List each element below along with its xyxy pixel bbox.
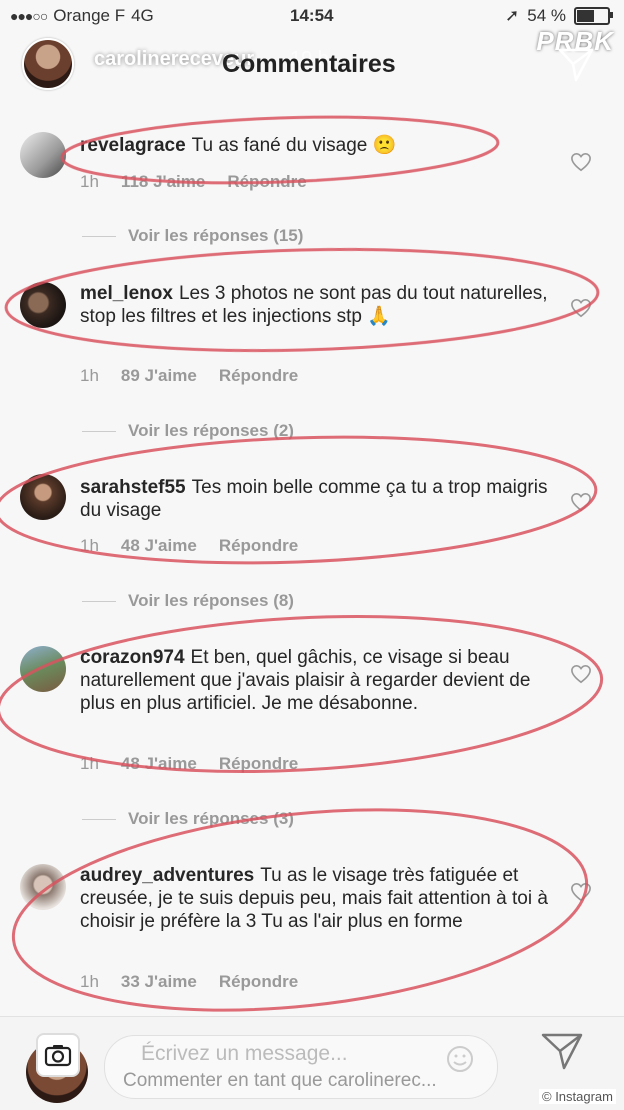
comment-meta: 1h 89 J'aime Répondre bbox=[80, 366, 320, 386]
comment-body: Tu as fané du visage 🙁 bbox=[191, 135, 397, 156]
comment-composer: Écrivez un message... Commenter en tant … bbox=[0, 1016, 624, 1110]
comment-username[interactable]: revelagrace bbox=[80, 135, 186, 156]
status-right: ➚ 54 % bbox=[505, 6, 613, 26]
comment-username[interactable]: mel_lenox bbox=[80, 283, 173, 304]
avatar[interactable] bbox=[20, 132, 66, 178]
heart-icon[interactable] bbox=[570, 152, 592, 172]
comment-meta: 1h 48 J'aime Répondre bbox=[80, 754, 320, 774]
replies-divider bbox=[82, 235, 116, 237]
comment-text: mel_lenox Les 3 photos ne sont pas du tou… bbox=[80, 282, 550, 328]
view-replies-button[interactable]: Voir les réponses (8) bbox=[82, 591, 294, 611]
likes-count[interactable]: 33 J'aime bbox=[121, 972, 197, 991]
reply-button[interactable]: Répondre bbox=[219, 754, 298, 773]
view-replies-button[interactable]: Voir les réponses (3) bbox=[82, 809, 294, 829]
view-replies-label: Voir les réponses (15) bbox=[128, 226, 304, 245]
battery-percent: 54 % bbox=[527, 6, 566, 25]
comment-time: 1h bbox=[80, 972, 99, 991]
likes-count[interactable]: 118 J'aime bbox=[121, 172, 205, 191]
avatar[interactable] bbox=[20, 864, 66, 910]
likes-count[interactable]: 48 J'aime bbox=[121, 536, 197, 555]
comment-username[interactable]: sarahstef55 bbox=[80, 477, 186, 498]
reply-button[interactable]: Répondre bbox=[227, 172, 306, 191]
reply-button[interactable]: Répondre bbox=[219, 972, 298, 991]
location-arrow-icon: ➚ bbox=[505, 6, 520, 25]
reply-button[interactable]: Répondre bbox=[219, 536, 298, 555]
avatar[interactable] bbox=[20, 282, 66, 328]
story-message-placeholder: Écrivez un message... bbox=[141, 1042, 348, 1065]
comment-username[interactable]: corazon974 bbox=[80, 647, 185, 668]
likes-count[interactable]: 89 J'aime bbox=[121, 366, 197, 385]
avatar[interactable] bbox=[20, 474, 66, 520]
comment-text: revelagrace Tu as fané du visage 🙁 bbox=[80, 134, 550, 157]
battery-fill bbox=[577, 10, 595, 22]
emoji-icon[interactable] bbox=[445, 1044, 475, 1074]
heart-icon[interactable] bbox=[570, 492, 592, 512]
heart-icon[interactable] bbox=[570, 664, 592, 684]
comment-text: corazon974 Et ben, quel gâchis, ce visage… bbox=[80, 646, 550, 715]
comment-input[interactable]: Écrivez un message... Commenter en tant … bbox=[104, 1035, 498, 1099]
view-replies-label: Voir les réponses (2) bbox=[128, 421, 294, 440]
status-left: ●●●○○ Orange F 4G bbox=[10, 6, 154, 26]
comment-placeholder: Commenter en tant que carolinerec... bbox=[123, 1070, 437, 1091]
comments-header: carolinereceveur 19 h Commentaires bbox=[0, 34, 624, 96]
comment-time: 1h bbox=[80, 172, 99, 191]
status-bar: ●●●○○ Orange F 4G 14:54 ➚ 54 % bbox=[0, 0, 624, 34]
comment-text: audrey_adventures Tu as le visage très fa… bbox=[80, 864, 550, 933]
comment-time: 1h bbox=[80, 754, 99, 773]
heart-icon[interactable] bbox=[570, 882, 592, 902]
comment-meta: 1h 48 J'aime Répondre bbox=[80, 536, 320, 556]
view-replies-label: Voir les réponses (8) bbox=[128, 591, 294, 610]
view-replies-button[interactable]: Voir les réponses (2) bbox=[82, 421, 294, 441]
instagram-credit: © Instagram bbox=[539, 1089, 616, 1104]
view-replies-button[interactable]: Voir les réponses (15) bbox=[82, 226, 303, 246]
page-title: Commentaires bbox=[222, 50, 396, 78]
signal-dots-icon: ●●●○○ bbox=[10, 8, 48, 24]
avatar[interactable] bbox=[20, 646, 66, 692]
carrier-name: Orange F bbox=[53, 6, 126, 25]
replies-divider bbox=[82, 818, 116, 820]
send-icon[interactable] bbox=[540, 1031, 584, 1071]
network-type: 4G bbox=[131, 6, 154, 25]
reply-button[interactable]: Répondre bbox=[219, 366, 298, 385]
comment-meta: 1h 118 J'aime Répondre bbox=[80, 172, 329, 192]
replies-divider bbox=[82, 430, 116, 432]
heart-icon[interactable] bbox=[570, 298, 592, 318]
camera-button[interactable] bbox=[36, 1033, 80, 1077]
share-icon[interactable] bbox=[556, 44, 596, 84]
replies-divider bbox=[82, 600, 116, 602]
likes-count[interactable]: 48 J'aime bbox=[121, 754, 197, 773]
comment-username[interactable]: audrey_adventures bbox=[80, 865, 254, 886]
comment-time: 1h bbox=[80, 536, 99, 555]
comment-time: 1h bbox=[80, 366, 99, 385]
camera-icon bbox=[44, 1045, 72, 1067]
comment-text: sarahstef55 Tes moin belle comme ça tu a … bbox=[80, 476, 550, 522]
battery-icon bbox=[574, 7, 613, 25]
view-replies-label: Voir les réponses (3) bbox=[128, 809, 294, 828]
comment-meta: 1h 33 J'aime Répondre bbox=[80, 972, 320, 992]
story-avatar[interactable] bbox=[22, 38, 74, 90]
status-time: 14:54 bbox=[290, 6, 334, 25]
